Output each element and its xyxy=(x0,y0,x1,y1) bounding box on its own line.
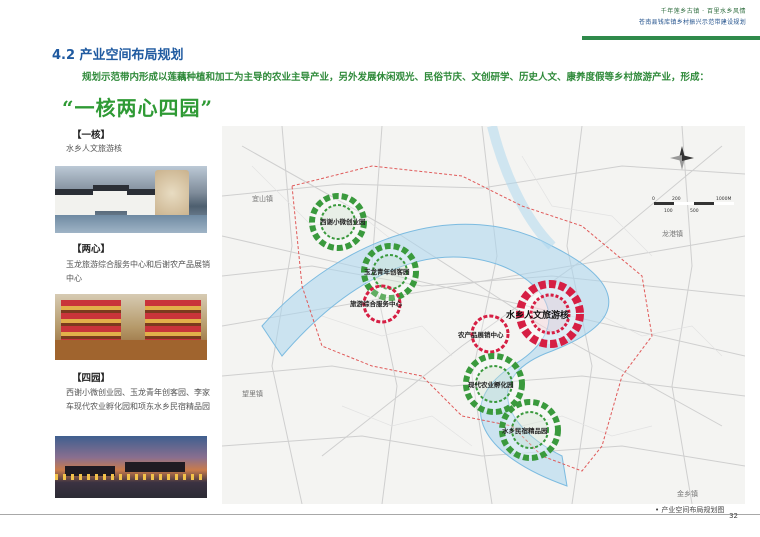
block-label-centers: 【两心】 xyxy=(72,244,111,255)
block-desc-core: 水乡人文旅游核 xyxy=(66,144,122,153)
block-desc-parks: 西谢小微创业园、玉龙青年创客园、李家车现代农业孵化园和项东水乡民宿精品园 xyxy=(66,388,210,411)
section-slogan: “一核两心四园” xyxy=(62,96,214,120)
svg-text:1000M: 1000M xyxy=(716,196,731,202)
node-core: 水乡人文旅游核 xyxy=(506,280,584,348)
header-slogan: 千年莲乡古镇 · 百里水乡风情 xyxy=(660,8,746,15)
svg-text:100: 100 xyxy=(664,208,673,214)
page-number: 32 xyxy=(729,512,738,520)
header-project-name: 苍南县钱库镇乡村振兴示范带建设规划 xyxy=(638,19,746,26)
svg-text:旅游综合服务中心: 旅游综合服务中心 xyxy=(350,299,403,308)
node-center-market: 农产品展销中心 xyxy=(457,314,510,354)
svg-text:农产品展销中心: 农产品展销中心 xyxy=(457,330,504,339)
water-town-photo xyxy=(55,166,207,233)
town-label-longgang: 龙港镇 xyxy=(662,229,683,238)
town-label-wangli: 望里镇 xyxy=(242,389,263,398)
showroom-photo xyxy=(55,294,207,360)
compass-icon xyxy=(670,146,694,170)
svg-text:200: 200 xyxy=(672,196,681,202)
map-canvas: 宜山镇 龙港镇 金乡镇 望里镇 0 200 1000M 100 500 西谢小微… xyxy=(222,126,745,504)
svg-text:500: 500 xyxy=(690,208,699,214)
svg-text:玉龙青年创客园: 玉龙青年创客园 xyxy=(364,267,410,276)
svg-text:西谢小微创业园: 西谢小微创业园 xyxy=(320,217,366,226)
node-center-service: 旅游综合服务中心 xyxy=(350,284,403,324)
industrial-layout-map: 宜山镇 龙港镇 金乡镇 望里镇 0 200 1000M 100 500 西谢小微… xyxy=(222,126,745,504)
svg-text:水乡人文旅游核: 水乡人文旅游核 xyxy=(506,309,569,321)
node-park-xixie: 西谢小微创业园 xyxy=(309,193,367,251)
node-park-homestay: 水乡民宿精品园 xyxy=(499,399,561,461)
block-desc-centers: 玉龙旅游综合服务中心和后谢农产品展销中心 xyxy=(66,260,210,283)
section-title: 4.2 产业空间布局规划 xyxy=(52,48,184,63)
svg-text:0: 0 xyxy=(652,196,655,202)
town-label-yishan: 宜山镇 xyxy=(252,194,273,203)
night-village-photo xyxy=(55,436,207,498)
section-intro: 规划示范带内形成以莲藕种植和加工为主导的农业主导产业，另外发展休闲观光、民俗节庆… xyxy=(82,72,710,83)
svg-text:水乡民宿精品园: 水乡民宿精品园 xyxy=(502,426,548,435)
header-divider xyxy=(582,36,760,40)
svg-text:现代农业孵化园: 现代农业孵化园 xyxy=(468,380,514,389)
town-label-jinxiang: 金乡镇 xyxy=(677,489,698,498)
footer-divider xyxy=(0,514,760,515)
header-titles: 千年莲乡古镇 · 百里水乡风情 苍南县钱库镇乡村振兴示范带建设规划 xyxy=(639,6,746,26)
block-label-core: 【一核】 xyxy=(72,130,111,141)
block-label-parks: 【四园】 xyxy=(72,373,111,384)
scale-bar: 0 200 1000M 100 500 xyxy=(652,196,734,214)
node-park-agri: 现代农业孵化园 xyxy=(463,353,525,415)
river-band xyxy=(261,223,610,487)
